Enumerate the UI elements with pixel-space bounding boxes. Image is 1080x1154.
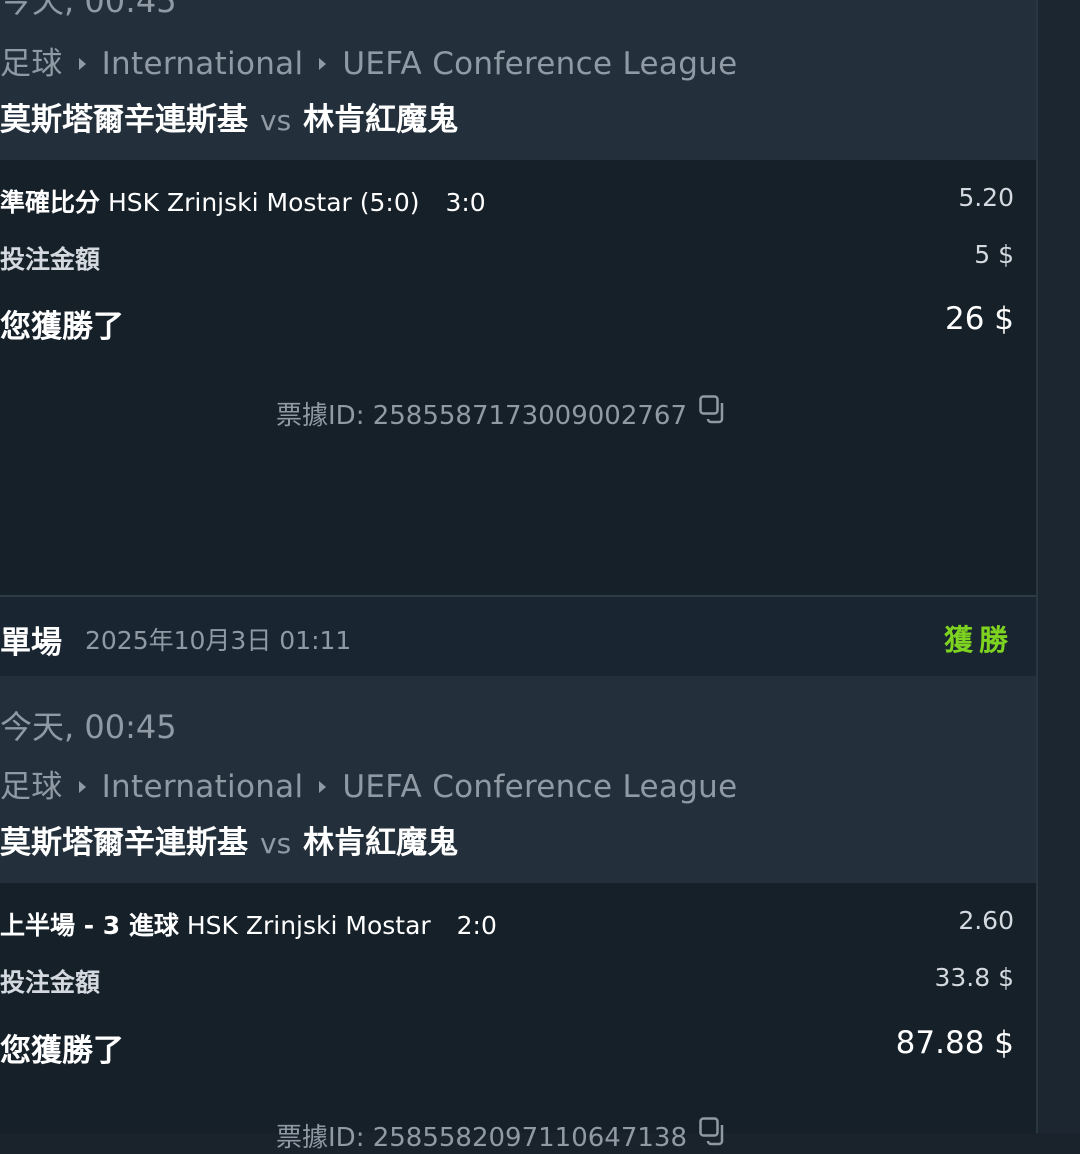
bet-history-list: 今天, 00:45 足球 International UEFA Conference… bbox=[0, 0, 1038, 1153]
win-value: 26 $ bbox=[944, 301, 1014, 337]
selection-market: 準確比分 bbox=[0, 188, 101, 217]
selection-score: 3:0 bbox=[445, 188, 486, 217]
breadcrumb-region[interactable]: International bbox=[102, 46, 304, 82]
selection: 準確比分 HSK Zrinjski Mostar (5:0) 3:0 bbox=[0, 183, 486, 219]
caret-right-icon bbox=[78, 57, 86, 70]
selection-odds: 5.20 bbox=[958, 183, 1014, 212]
stake-value: 33.8 $ bbox=[934, 963, 1014, 992]
bet-header[interactable]: 單場 2025年10月3日 01:11 獲勝 bbox=[0, 597, 1036, 676]
bet-details: 上半場 - 3 進球 HSK Zrinjski Mostar 2:0 2.60 … bbox=[0, 883, 1036, 1153]
caret-right-icon bbox=[78, 780, 86, 793]
win-label: 您獲勝了 bbox=[0, 309, 124, 345]
selection: 上半場 - 3 進球 HSK Zrinjski Mostar 2:0 bbox=[0, 906, 497, 942]
match-teams[interactable]: 莫斯塔爾辛連斯基 vs 林肯紅魔鬼 bbox=[0, 94, 458, 139]
bet-type: 單場 bbox=[0, 625, 62, 661]
ticket-id: 票據ID: 2585587173009002767 bbox=[276, 401, 688, 431]
home-team: 莫斯塔爾辛連斯基 bbox=[0, 102, 248, 138]
win-label: 您獲勝了 bbox=[0, 1033, 124, 1069]
selection-pick: HSK Zrinjski Mostar (5:0) bbox=[107, 188, 420, 217]
right-gutter bbox=[1038, 0, 1080, 1133]
stake-label: 投注金額 bbox=[0, 968, 101, 997]
away-team: 林肯紅魔鬼 bbox=[303, 102, 459, 138]
breadcrumb-sport[interactable]: 足球 bbox=[0, 46, 63, 82]
event-time: 今天, 00:45 bbox=[0, 708, 177, 746]
selection-score: 2:0 bbox=[456, 911, 497, 940]
caret-right-icon bbox=[319, 57, 327, 70]
vs-label: vs bbox=[260, 104, 292, 137]
breadcrumb: 足球 International UEFA Conference League bbox=[0, 38, 738, 83]
selection-market: 上半場 - 3 進球 bbox=[0, 911, 179, 940]
breadcrumb-league[interactable]: UEFA Conference League bbox=[342, 769, 737, 805]
vs-label: vs bbox=[260, 827, 292, 860]
stake-value: 5 $ bbox=[974, 240, 1014, 269]
status-badge: 獲勝 bbox=[943, 623, 1014, 657]
match-teams[interactable]: 莫斯塔爾辛連斯基 vs 林肯紅魔鬼 bbox=[0, 817, 458, 862]
home-team: 莫斯塔爾辛連斯基 bbox=[0, 825, 248, 861]
breadcrumb: 足球 International UEFA Conference League bbox=[0, 761, 738, 806]
bet-details: 準確比分 HSK Zrinjski Mostar (5:0) 3:0 5.20 … bbox=[0, 160, 1036, 596]
breadcrumb-league[interactable]: UEFA Conference League bbox=[342, 46, 737, 82]
win-value: 87.88 $ bbox=[895, 1025, 1014, 1061]
breadcrumb-region[interactable]: International bbox=[102, 769, 304, 805]
event-time: 今天, 00:45 bbox=[0, 0, 177, 20]
selection-pick: HSK Zrinjski Mostar bbox=[186, 911, 431, 940]
copy-icon[interactable] bbox=[699, 395, 727, 425]
breadcrumb-sport[interactable]: 足球 bbox=[0, 769, 63, 805]
away-team: 林肯紅魔鬼 bbox=[303, 825, 459, 861]
bet-date: 2025年10月3日 01:11 bbox=[85, 626, 352, 655]
ticket-id: 票據ID: 2585582097110647138 bbox=[276, 1123, 688, 1153]
copy-icon[interactable] bbox=[699, 1117, 727, 1147]
caret-right-icon bbox=[319, 780, 327, 793]
stake-label: 投注金額 bbox=[0, 245, 101, 274]
selection-odds: 2.60 bbox=[958, 906, 1014, 935]
event-panel: 今天, 00:45 足球 International UEFA Conference… bbox=[0, 676, 1036, 883]
event-panel: 今天, 00:45 足球 International UEFA Conference… bbox=[0, 0, 1036, 160]
